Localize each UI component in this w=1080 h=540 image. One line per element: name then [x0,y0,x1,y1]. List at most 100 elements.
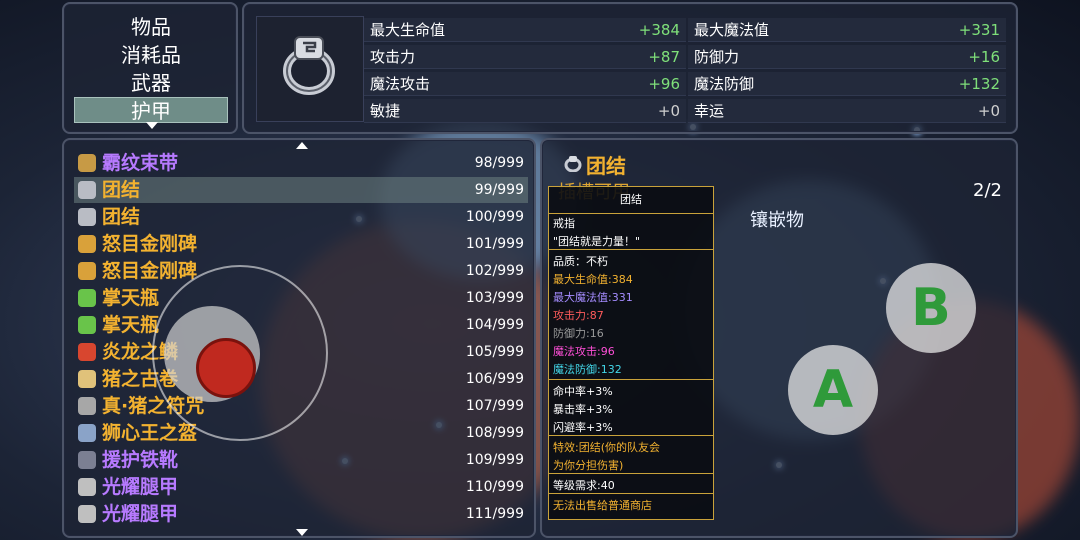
tooltip-line: 防御力:16 [553,327,604,340]
category-weapons[interactable]: 武器 [74,70,228,96]
tooltip-line: 魔法防御:132 [553,363,622,376]
b-button[interactable]: B [886,263,976,353]
stat-value: +331 [958,21,1000,39]
inlay-label[interactable]: 镶嵌物 [750,206,804,232]
scroll-icon [78,370,96,388]
item-name: 光耀腿甲 [102,503,179,525]
category-menu: 物品 消耗品 武器 护甲 [62,2,238,134]
item-name: 霸纹束带 [102,152,179,174]
list-item[interactable]: 狮心王之盔 108/999 [74,420,528,446]
tooltip-line: 戒指 [553,217,575,230]
stat-label: 最大魔法值 [694,21,770,39]
item-tooltip: 团结 戒指 "团结就是力量！" 品质：不朽 最大生命值:384 最大魔法值:331 攻击力… [548,186,714,520]
item-count: 101/999 [465,236,524,252]
tooltip-line: 命中率+3% [553,385,613,398]
scroll-down-arrow-icon[interactable] [146,122,158,129]
scale-icon [78,343,96,361]
ring-icon [78,208,96,226]
stat-label: 魔法防御 [694,75,755,93]
list-item[interactable]: 团结 99/999 [74,177,528,203]
item-name: 狮心王之盔 [102,422,198,444]
tooltip-line: 最大生命值:384 [553,273,633,286]
item-count: 104/999 [465,317,524,333]
stat-label: 魔法攻击 [370,75,431,93]
stat-value: +96 [648,75,680,93]
tooltip-line: 最大魔法值:331 [553,291,633,304]
tooltip-line: 无法出售给普通商店 [553,499,652,512]
category-armor[interactable]: 护甲 [74,97,228,123]
list-item[interactable]: 怒目金刚碑 101/999 [74,231,528,257]
stat-value: +0 [657,102,680,120]
tooltip-line: 魔法攻击:96 [553,345,615,358]
stat-label: 防御力 [694,48,740,66]
item-name: 掌天瓶 [102,287,160,309]
stat-label: 攻击力 [370,48,416,66]
stat-value: +16 [968,48,1000,66]
item-name: 团结 [102,206,141,228]
list-item[interactable]: 霸纹束带 98/999 [74,150,528,176]
detail-title: 团结 [586,154,626,178]
tooltip-line: 特效:团结(你的队友会 [553,441,660,454]
stat-value: +0 [977,102,1000,120]
item-count: 111/999 [465,506,524,522]
stat-value: +87 [648,48,680,66]
stat-value: +132 [958,75,1000,93]
tooltip-divider [549,473,713,474]
tooltip-divider [549,493,713,494]
item-count: 107/999 [465,398,524,414]
stat-max-mp: 最大魔法值 +331 [688,18,1006,42]
tooltip-line: 品质：不朽 [553,255,608,268]
bottle-icon [78,316,96,334]
stat-defense: 防御力 +16 [688,45,1006,69]
tooltip-divider [549,379,713,380]
tooltip-divider [549,435,713,436]
list-item[interactable]: 光耀腿甲 110/999 [74,474,528,500]
stat-attack: 攻击力 +87 [364,45,686,69]
list-item[interactable]: 团结 100/999 [74,204,528,230]
stat-label: 敏捷 [370,102,401,120]
ring-icon [283,36,335,95]
charm-icon [78,397,96,415]
item-name: 光耀腿甲 [102,476,179,498]
item-count: 100/999 [465,209,524,225]
scroll-up-arrow-icon[interactable] [296,142,308,149]
tooltip-title: 团结 [549,187,713,214]
item-name: 掌天瓶 [102,314,160,336]
stat-label: 幸运 [694,102,725,120]
greaves-icon [78,505,96,523]
item-count: 99/999 [474,182,524,198]
greaves-icon [78,478,96,496]
item-count: 98/999 [474,155,524,171]
tooltip-line: 暴击率+3% [553,403,613,416]
item-preview [256,16,364,122]
ring-icon [564,156,582,172]
stat-label: 最大生命值 [370,21,446,39]
belt-icon [78,154,96,172]
joystick-center[interactable] [196,338,256,398]
item-name: 怒目金刚碑 [102,233,198,255]
ring-icon [78,181,96,199]
item-count: 110/999 [465,479,524,495]
item-name: 团结 [102,179,141,201]
bottle-icon [78,289,96,307]
tablet-icon [78,262,96,280]
stats-panel: 最大生命值 +384 最大魔法值 +331 攻击力 +87 防御力 +16 魔法… [242,2,1018,134]
list-item[interactable]: 怒目金刚碑 102/999 [74,258,528,284]
item-count: 109/999 [465,452,524,468]
tooltip-line: 攻击力:87 [553,309,604,322]
category-items[interactable]: 物品 [74,14,228,40]
a-button[interactable]: A [788,345,878,435]
slot-count: 2/2 [973,180,1002,201]
item-name: 怒目金刚碑 [102,260,198,282]
item-count: 106/999 [465,371,524,387]
tablet-icon [78,235,96,253]
boots-icon [78,451,96,469]
stat-agility: 敏捷 +0 [364,99,686,123]
stat-max-hp: 最大生命值 +384 [364,18,686,42]
scroll-down-arrow-icon[interactable] [296,529,308,536]
category-consumables[interactable]: 消耗品 [74,42,228,68]
list-item[interactable]: 光耀腿甲 111/999 [74,501,528,527]
stat-magic-defense: 魔法防御 +132 [688,72,1006,96]
list-item[interactable]: 援护铁靴 109/999 [74,447,528,473]
tooltip-divider [549,249,713,250]
